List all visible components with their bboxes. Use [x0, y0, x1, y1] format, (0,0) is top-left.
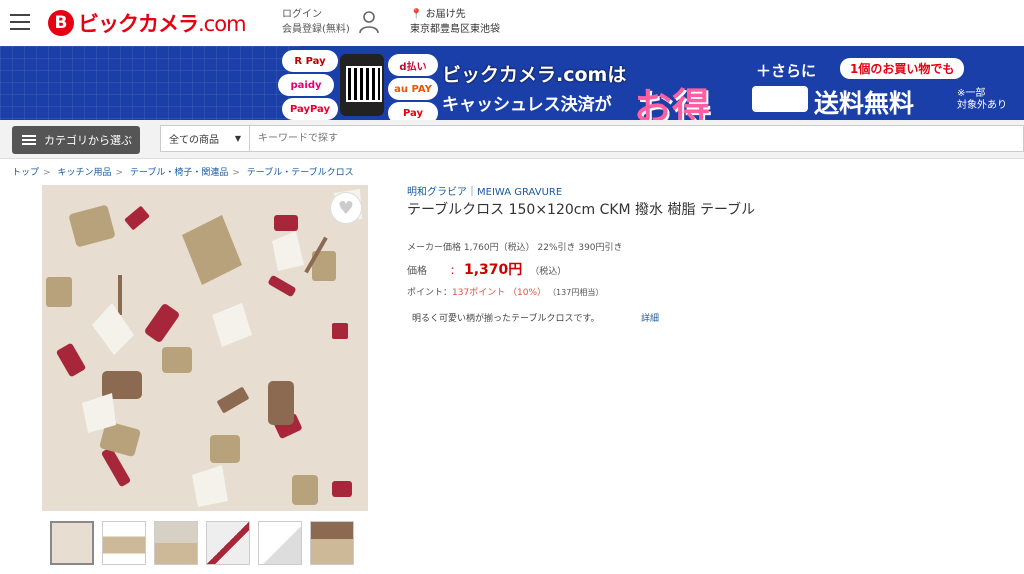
favorite-heart-icon[interactable]: ♥: [330, 192, 362, 224]
product-description: 明るく可愛い柄が揃ったテーブルクロスです。: [412, 314, 600, 324]
aupay-badge: au PAY: [388, 78, 438, 100]
rpay-badge: R Pay: [282, 50, 338, 72]
banner-note: ※一部 対象外あり: [957, 88, 1007, 111]
product-main-image[interactable]: [42, 185, 368, 511]
login-label: ログイン: [282, 9, 322, 20]
breadcrumb-top[interactable]: トップ: [12, 168, 39, 178]
logo-mark: B: [48, 10, 74, 36]
product-brand[interactable]: 明和グラビア｜MEIWA GRAVURE: [407, 183, 562, 198]
merpay-badge: Pay: [388, 102, 438, 120]
deliver-address: 東京都豊島区東池袋: [410, 24, 500, 35]
site-header: B ビックカメラ.com ログイン 会員登録(無料) 📍 お届け先 東京都豊島区…: [0, 0, 1024, 46]
points-value: 137ポイント （10%）: [452, 288, 547, 298]
detail-link[interactable]: 詳細: [641, 311, 659, 324]
banner-plus: ＋さらに: [756, 62, 817, 80]
points-equiv: （137円相当）: [552, 288, 604, 297]
promo-banner[interactable]: R Pay paidy PayPay d払い au PAY Pay ビックカメラ…: [0, 46, 1024, 120]
banner-pattern: [0, 46, 300, 120]
points-label: ポイント：: [407, 288, 453, 298]
paypay-badge: PayPay: [282, 98, 338, 120]
breadcrumb-kitchen[interactable]: キッチン用品: [57, 168, 111, 178]
login-link[interactable]: ログイン 会員登録(無料): [282, 7, 350, 37]
banner-subtitle: キャッシュレス決済が: [442, 95, 612, 115]
price-label: 価格: [407, 266, 427, 277]
truck-icon: [752, 86, 808, 112]
menu-icon[interactable]: [10, 14, 30, 30]
location-pin-icon: 📍: [410, 9, 423, 20]
category-button[interactable]: カテゴリから選ぶ: [12, 126, 140, 154]
thumbnail[interactable]: [258, 521, 302, 565]
deliver-label: お届け先: [425, 9, 466, 20]
site-logo[interactable]: B ビックカメラ.com: [48, 8, 247, 38]
breadcrumb-table-chair[interactable]: テーブル・椅子・関連品: [130, 168, 228, 178]
price-value: 1,370円: [464, 262, 523, 278]
banner-otoku: お得: [634, 85, 711, 120]
banner-free-shipping: 送料無料: [814, 89, 915, 118]
search-scope-select[interactable]: 全ての商品 ▼: [160, 125, 250, 152]
price-row: 価格 ： 1,370円 （税込）: [407, 259, 566, 279]
dbarai-badge: d払い: [388, 54, 438, 76]
thumbnail[interactable]: [310, 521, 354, 565]
user-icon[interactable]: [358, 10, 380, 34]
price-colon: ：: [450, 266, 460, 277]
logo-text: ビックカメラ.com: [78, 12, 247, 36]
breadcrumb: トップ > キッチン用品 > テーブル・椅子・関連品 > テーブル・テーブルクロス: [12, 168, 354, 178]
caret-down-icon: ▼: [234, 134, 241, 143]
maker-price: メーカー価格 1,760円（税込） 22%引き 390円引き: [407, 243, 623, 253]
phone-qr-graphic: [340, 54, 384, 116]
paidy-badge: paidy: [278, 74, 334, 96]
points-row: ポイント：137ポイント （10%） （137円相当）: [407, 285, 603, 298]
thumbnail[interactable]: [102, 521, 146, 565]
list-icon: [22, 133, 36, 147]
banner-title: ビックカメラ.comは: [442, 64, 627, 86]
thumbnail-strip: [50, 521, 362, 565]
price-tax: （税込）: [530, 267, 567, 277]
product-title: テーブルクロス 150×120cm CKM 撥水 樹脂 テーブル: [407, 202, 756, 218]
breadcrumb-tablecloth[interactable]: テーブル・テーブルクロス: [247, 168, 354, 178]
delivery-address[interactable]: 📍 お届け先 東京都豊島区東池袋: [410, 7, 500, 37]
search-input[interactable]: [250, 125, 1024, 152]
tablecloth-pattern: [46, 189, 362, 507]
thumbnail[interactable]: [50, 521, 94, 565]
thumbnail[interactable]: [206, 521, 250, 565]
banner-box: 1個のお買い物でも: [840, 58, 965, 79]
thumbnail[interactable]: [154, 521, 198, 565]
register-label: 会員登録(無料): [282, 24, 350, 35]
